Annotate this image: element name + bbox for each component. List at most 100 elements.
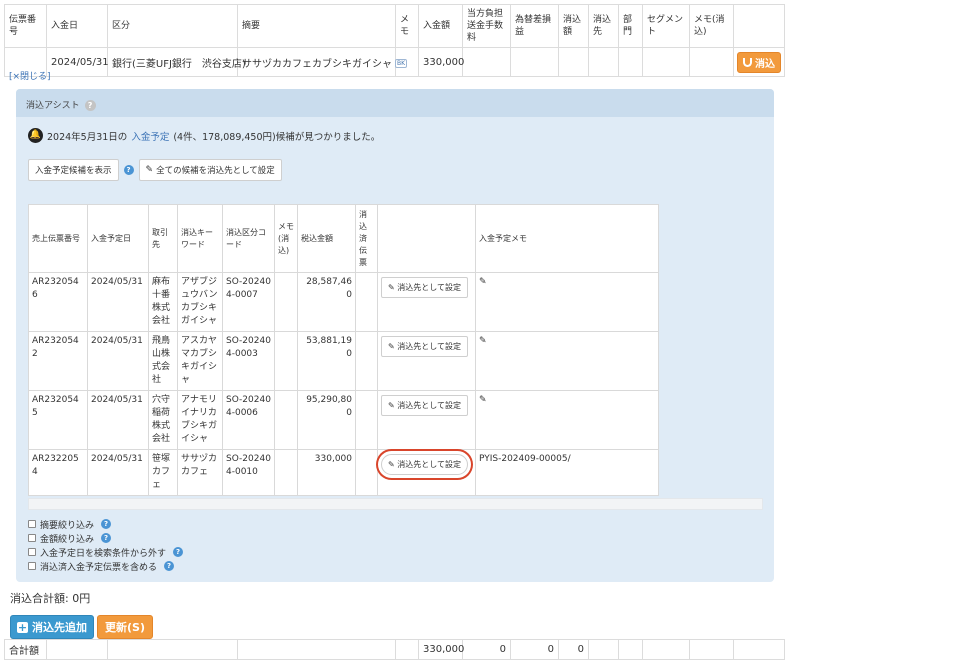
pencil-icon: ✎ <box>388 342 398 351</box>
total-fx-cell: 0 <box>510 639 559 660</box>
empty-cell <box>237 639 396 660</box>
set-as-target-button[interactable]: ✎ 消込先として設定 <box>381 395 469 416</box>
sales-slip-cell: AR2320546 <box>28 272 88 332</box>
help-icon[interactable]: ? <box>101 519 112 529</box>
assist-button-row: 入金予定候補を表示 ? ✎ 全ての候補を消込先として設定 <box>28 159 282 181</box>
amount-filter-checkbox[interactable] <box>28 534 36 542</box>
amount-cell: 95,290,800 <box>297 390 356 450</box>
amount-cell: 330,000 <box>418 47 464 77</box>
keyword-cell: ササヅカカフェ <box>177 449 223 496</box>
reconcile-assist-panel: 消込アシスト ? 🔔 2024年5月31日の 入金予定 (4件、178,089,45… <box>16 89 774 582</box>
amount-cell: 28,587,460 <box>297 272 356 332</box>
payment-schedule-link[interactable]: 入金予定 <box>131 129 169 143</box>
empty-cell <box>618 639 643 660</box>
help-icon[interactable]: ? <box>123 165 134 175</box>
help-icon[interactable]: ? <box>84 100 96 111</box>
empty-cell <box>733 639 785 660</box>
filter-summary: 摘要絞り込み ? <box>28 517 183 531</box>
set-all-candidates-button[interactable]: ✎ 全ての候補を消込先として設定 <box>138 159 282 181</box>
set-as-target-button[interactable]: ✎ 消込先として設定 <box>381 336 469 357</box>
help-icon[interactable]: ? <box>173 547 184 557</box>
candidate-table: 売上伝票番号 入金予定日 取引先 消込キーワード 消込区分コード メモ(消込) … <box>28 204 659 496</box>
col-target: 消込先 <box>588 4 619 48</box>
pencil-icon: ✎ <box>388 401 398 410</box>
set-all-label: 全ての候補を消込先として設定 <box>156 166 275 176</box>
total-reconciled-cell: 0 <box>558 639 589 660</box>
col-category: 区分 <box>107 4 238 48</box>
reconcile-button-label: 消込 <box>755 58 775 70</box>
set-as-target-label: 消込先として設定 <box>397 460 462 469</box>
done-cell <box>355 390 378 450</box>
pencil-icon: ✎ <box>145 165 154 175</box>
edit-icon[interactable]: ✎ <box>479 336 487 346</box>
date-cell: 2024/05/31 <box>46 47 109 77</box>
summary-filter-checkbox[interactable] <box>28 520 36 528</box>
partner-cell: 穴守稲荷株式会社 <box>148 390 178 450</box>
reconciled-cell <box>558 47 589 77</box>
keyword-cell: アナモリイナリカブシキガイシャ <box>177 390 223 450</box>
col-code: 消込区分コード <box>222 204 275 273</box>
target-cell <box>588 47 619 77</box>
amount-filter-label: 金額絞り込み <box>40 534 95 545</box>
due-date-cell: 2024/05/31 <box>87 449 149 496</box>
due-date-cell: 2024/05/31 <box>87 272 149 332</box>
include-reconciled-checkbox[interactable] <box>28 562 36 570</box>
col-memo: メモ <box>395 4 419 48</box>
scrollbar[interactable] <box>28 498 763 510</box>
action-cell: 消込 <box>733 47 785 77</box>
col-keyword: 消込キーワード <box>177 204 223 273</box>
edit-icon[interactable]: ✎ <box>479 395 487 405</box>
done-cell <box>355 272 378 332</box>
col-summary: 摘要 <box>237 4 396 48</box>
add-target-button[interactable]: + 消込先追加 <box>10 615 94 639</box>
notice-suffix: (4件、178,089,450円)候補が見つかりました。 <box>173 131 381 143</box>
col-sales-slip: 売上伝票番号 <box>28 204 88 273</box>
col-partner: 取引先 <box>148 204 178 273</box>
summary-filter-label: 摘要絞り込み <box>40 520 95 531</box>
filter-checkboxes: 摘要絞り込み ? 金額絞り込み ? 入金予定日を検索条件から外す ? 消込済入金… <box>28 517 184 573</box>
segment-cell <box>642 47 690 77</box>
memo-reconcile-cell <box>689 47 734 77</box>
done-cell <box>355 449 378 496</box>
filter-exclude-date: 入金予定日を検索条件から外す ? <box>28 545 184 559</box>
help-icon[interactable]: ? <box>101 533 112 543</box>
add-target-label: 消込先追加 <box>32 621 87 634</box>
candidate-header-row: 売上伝票番号 入金予定日 取引先 消込キーワード 消込区分コード メモ(消込) … <box>28 204 659 273</box>
pencil-icon: ✎ <box>388 460 398 469</box>
total-amount-cell: 330,000 <box>418 639 464 660</box>
filter-amount: 金額絞り込み ? <box>28 531 183 545</box>
bk-badge-icon[interactable]: BK <box>395 59 408 68</box>
col-reconciled: 消込額 <box>558 4 589 48</box>
memo-cell <box>274 272 298 332</box>
include-reconciled-label: 消込済入金予定伝票を含める <box>40 562 158 573</box>
summary-text: ササヅカカフェカブシキガイシャ <box>242 58 392 70</box>
due-date-cell: 2024/05/31 <box>87 390 149 450</box>
col-date: 入金日 <box>46 4 108 48</box>
set-as-target-button[interactable]: ✎ 消込先として設定 <box>381 277 469 298</box>
edit-icon[interactable]: ✎ <box>479 277 487 287</box>
col-note: 入金予定メモ <box>475 204 659 273</box>
col-memo-reconcile: メモ(消込) <box>274 204 298 273</box>
empty-cell <box>642 639 690 660</box>
set-as-target-button[interactable]: ✎ 消込先として設定 <box>381 454 469 475</box>
col-dept: 部門 <box>618 4 643 48</box>
exclude-date-checkbox[interactable] <box>28 548 36 556</box>
reconcile-button[interactable]: 消込 <box>737 51 781 73</box>
set-as-target-label: 消込先として設定 <box>397 283 462 292</box>
show-candidates-button[interactable]: 入金予定候補を表示 <box>28 159 119 181</box>
partner-cell: 麻布十番株式会社 <box>148 272 178 332</box>
total-fee-cell: 0 <box>462 639 511 660</box>
help-icon[interactable]: ? <box>164 561 175 571</box>
sales-slip-cell: AR2322054 <box>28 449 88 496</box>
fee-cell <box>462 47 511 77</box>
col-slip-no: 伝票番号 <box>4 4 47 48</box>
bottom-buttons: + 消込先追加 更新(S) <box>10 615 153 639</box>
close-link[interactable]: [×閉じる] <box>9 69 51 82</box>
notice-prefix: 2024年5月31日の <box>47 131 128 143</box>
reconcile-total: 消込合計額: 0円 <box>10 592 91 605</box>
assist-header: 消込アシスト ? <box>16 89 774 117</box>
set-as-target-label: 消込先として設定 <box>397 401 462 410</box>
update-button[interactable]: 更新(S) <box>97 615 153 639</box>
col-tax-amount: 税込金額 <box>297 204 356 273</box>
empty-cell <box>107 639 238 660</box>
